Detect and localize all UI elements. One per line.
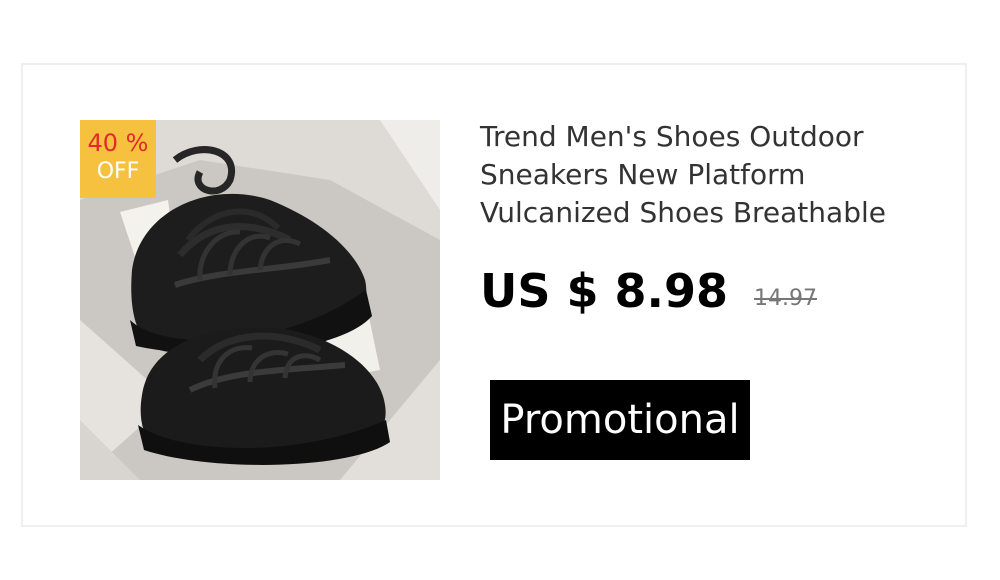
- promotional-button[interactable]: Promotional: [490, 380, 750, 460]
- product-image[interactable]: 40 % OFF: [80, 120, 440, 480]
- original-price: 14.97: [754, 286, 817, 311]
- product-title[interactable]: Trend Men's Shoes Outdoor Sneakers New P…: [480, 118, 900, 232]
- discount-off-label: OFF: [96, 159, 140, 184]
- discount-badge: 40 % OFF: [80, 120, 156, 198]
- discount-percent: 40 %: [87, 129, 149, 157]
- current-price: US $ 8.98: [480, 264, 729, 318]
